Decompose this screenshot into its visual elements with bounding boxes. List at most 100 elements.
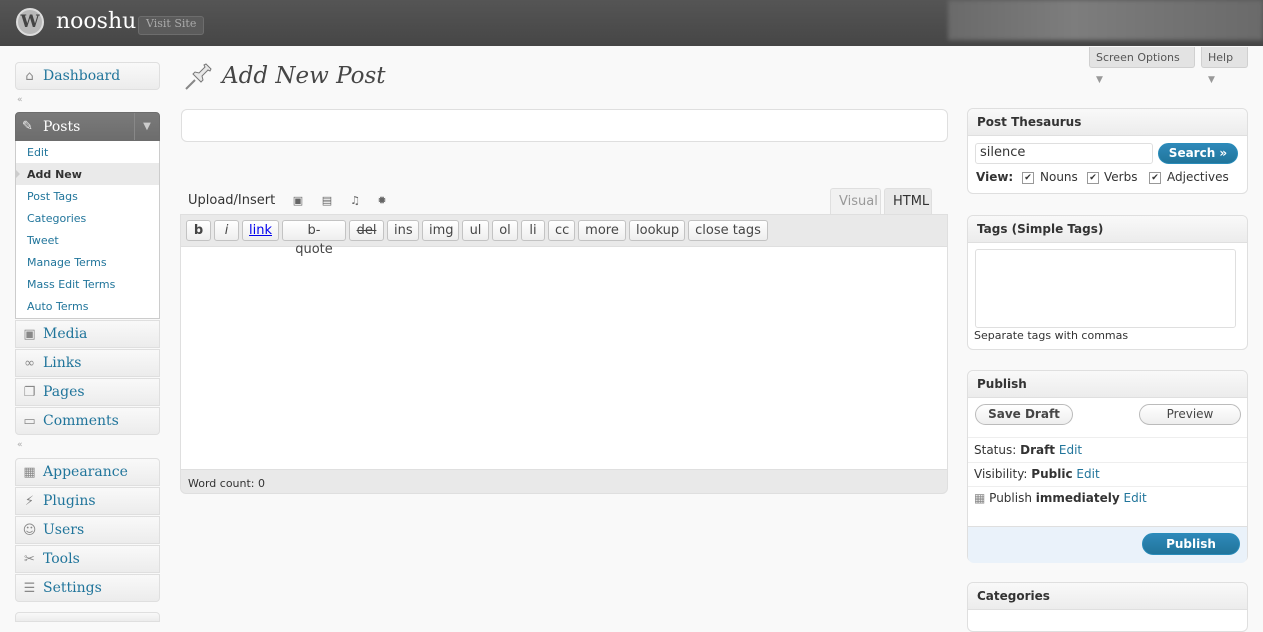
menu-comments[interactable]: ▭ Comments: [15, 407, 160, 435]
verbs-label: Verbs: [1104, 170, 1138, 184]
quicktag-bold-button[interactable]: b: [186, 220, 211, 241]
menu-pages[interactable]: ❐ Pages: [15, 378, 160, 406]
post-content-textarea[interactable]: [181, 246, 947, 470]
add-audio-icon[interactable]: ♫: [349, 195, 361, 207]
appearance-icon: ▦: [23, 465, 36, 480]
dashboard-icon: ⌂: [25, 69, 34, 84]
screen-options-button[interactable]: Screen Options ▼: [1089, 47, 1195, 85]
categories-header[interactable]: Categories: [968, 583, 1247, 610]
post-thesaurus-header[interactable]: Post Thesaurus: [968, 109, 1247, 136]
thesaurus-view-label: View:: [976, 170, 1014, 184]
menu-tools[interactable]: ✂ Tools: [15, 545, 160, 573]
adjectives-label: Adjectives: [1167, 170, 1229, 184]
submenu-manage-terms[interactable]: Manage Terms: [27, 256, 107, 269]
blurred-user-info: [948, 0, 1263, 40]
upload-insert-label: Upload/Insert: [188, 193, 276, 208]
settings-icon: ☰: [23, 581, 36, 596]
publish-time-value: immediately: [1035, 491, 1120, 505]
tags-header[interactable]: Tags (Simple Tags): [968, 216, 1247, 243]
quicktag-italic-button[interactable]: i: [214, 220, 239, 241]
quicktag-link-button[interactable]: link: [242, 220, 279, 241]
menu-media[interactable]: ▣ Media: [15, 320, 160, 348]
save-draft-button[interactable]: Save Draft: [975, 404, 1073, 425]
post-title-input[interactable]: [181, 109, 948, 142]
edit-status-link[interactable]: Edit: [1059, 443, 1082, 457]
site-title[interactable]: nooshu: [56, 9, 136, 34]
adjectives-checkbox[interactable]: ✔: [1149, 172, 1161, 184]
submenu-add-new[interactable]: Add New: [27, 168, 82, 181]
visit-site-button[interactable]: Visit Site: [138, 16, 205, 35]
menu-users[interactable]: ☺ Users: [15, 516, 160, 544]
edit-visibility-link[interactable]: Edit: [1076, 467, 1099, 481]
quicktag-cc-button[interactable]: cc: [548, 220, 575, 241]
quicktag-del-button[interactable]: del: [349, 220, 384, 241]
edit-timestamp-link[interactable]: Edit: [1123, 491, 1146, 505]
chevron-down-icon[interactable]: ▼: [134, 113, 159, 140]
menu-collapse-separator[interactable]: «: [17, 440, 23, 450]
tab-visual[interactable]: Visual: [830, 188, 881, 214]
comment-bubble-icon: ▭: [23, 414, 36, 429]
quicktag-img-button[interactable]: img: [422, 220, 459, 241]
wordpress-logo-icon: W: [16, 8, 44, 36]
visibility-value: Public: [1031, 467, 1073, 481]
submenu-mass-edit-terms[interactable]: Mass Edit Terms: [27, 278, 115, 291]
tags-textarea[interactable]: [975, 249, 1236, 328]
submenu-post-tags[interactable]: Post Tags: [27, 190, 78, 203]
menu-users-label: Users: [43, 522, 85, 538]
post-thesaurus-title: Post Thesaurus: [977, 115, 1082, 129]
nouns-checkbox[interactable]: ✔: [1022, 172, 1034, 184]
quicktag-lookup-button[interactable]: lookup: [629, 220, 685, 241]
nouns-label: Nouns: [1040, 170, 1078, 184]
tab-html[interactable]: HTML: [884, 188, 932, 214]
add-image-icon[interactable]: ▣: [292, 195, 304, 207]
post-publish-time: ▦ Publish immediately Edit: [974, 491, 1147, 505]
admin-header: W nooshu Visit Site: [0, 0, 1263, 46]
menu-links[interactable]: ∞ Links: [15, 349, 160, 377]
menu-posts[interactable]: ✎ Posts ▼: [15, 112, 160, 141]
post-status: Status: Draft Edit: [974, 443, 1082, 457]
submenu-edit[interactable]: Edit: [27, 146, 48, 159]
link-icon: ∞: [24, 356, 35, 371]
pages-icon: ❐: [23, 385, 36, 400]
tools-icon: ✂: [24, 552, 35, 567]
publish-title: Publish: [977, 377, 1027, 391]
word-count: Word count: 0: [188, 477, 266, 490]
preview-button[interactable]: Preview: [1139, 404, 1241, 425]
tags-title: Tags (Simple Tags): [977, 222, 1104, 236]
tags-help-text: Separate tags with commas: [974, 329, 1129, 342]
menu-plugins[interactable]: ⚡ Plugins: [15, 487, 160, 515]
add-media-icon[interactable]: ✹: [376, 195, 388, 207]
help-button[interactable]: Help ▼: [1201, 47, 1248, 85]
menu-settings[interactable]: ☰ Settings: [15, 574, 160, 602]
quicktag-li-button[interactable]: li: [521, 220, 545, 241]
users-icon: ☺: [22, 523, 37, 538]
add-video-icon[interactable]: ▤: [321, 195, 333, 207]
publish-header[interactable]: Publish: [968, 371, 1247, 398]
quicktag-ol-button[interactable]: ol: [492, 220, 518, 241]
menu-appearance-label: Appearance: [43, 464, 128, 480]
quicktag-close-tags-button[interactable]: close tags: [688, 220, 768, 241]
quicktag-ul-button[interactable]: ul: [462, 220, 489, 241]
menu-appearance[interactable]: ▦ Appearance: [15, 458, 160, 486]
menu-media-label: Media: [43, 326, 88, 342]
menu-posts-label: Posts: [43, 119, 81, 135]
pushpin-icon: ✎: [22, 119, 33, 134]
submenu-tweet[interactable]: Tweet: [27, 234, 59, 247]
verbs-checkbox[interactable]: ✔: [1087, 172, 1099, 184]
quicktag-more-button[interactable]: more: [578, 220, 626, 241]
menu-dashboard[interactable]: ⌂ Dashboard: [15, 62, 160, 90]
submenu-categories[interactable]: Categories: [27, 212, 86, 225]
publish-button[interactable]: Publish: [1142, 533, 1240, 555]
publish-time-label: Publish: [989, 491, 1032, 505]
menu-collapse-separator[interactable]: «: [17, 95, 23, 105]
chevron-down-icon: ▼: [1096, 75, 1103, 85]
thesaurus-search-input[interactable]: silence: [975, 143, 1153, 164]
quicktag-ins-button[interactable]: ins: [387, 220, 419, 241]
thesaurus-search-button[interactable]: Search »: [1158, 143, 1238, 164]
quicktag-bquote-button[interactable]: b-quote: [282, 220, 346, 257]
submenu-auto-terms[interactable]: Auto Terms: [27, 300, 88, 313]
help-label: Help: [1208, 51, 1234, 64]
menu-next-group: [15, 612, 160, 622]
media-icon: ▣: [23, 327, 36, 342]
post-visibility: Visibility: Public Edit: [974, 467, 1100, 481]
